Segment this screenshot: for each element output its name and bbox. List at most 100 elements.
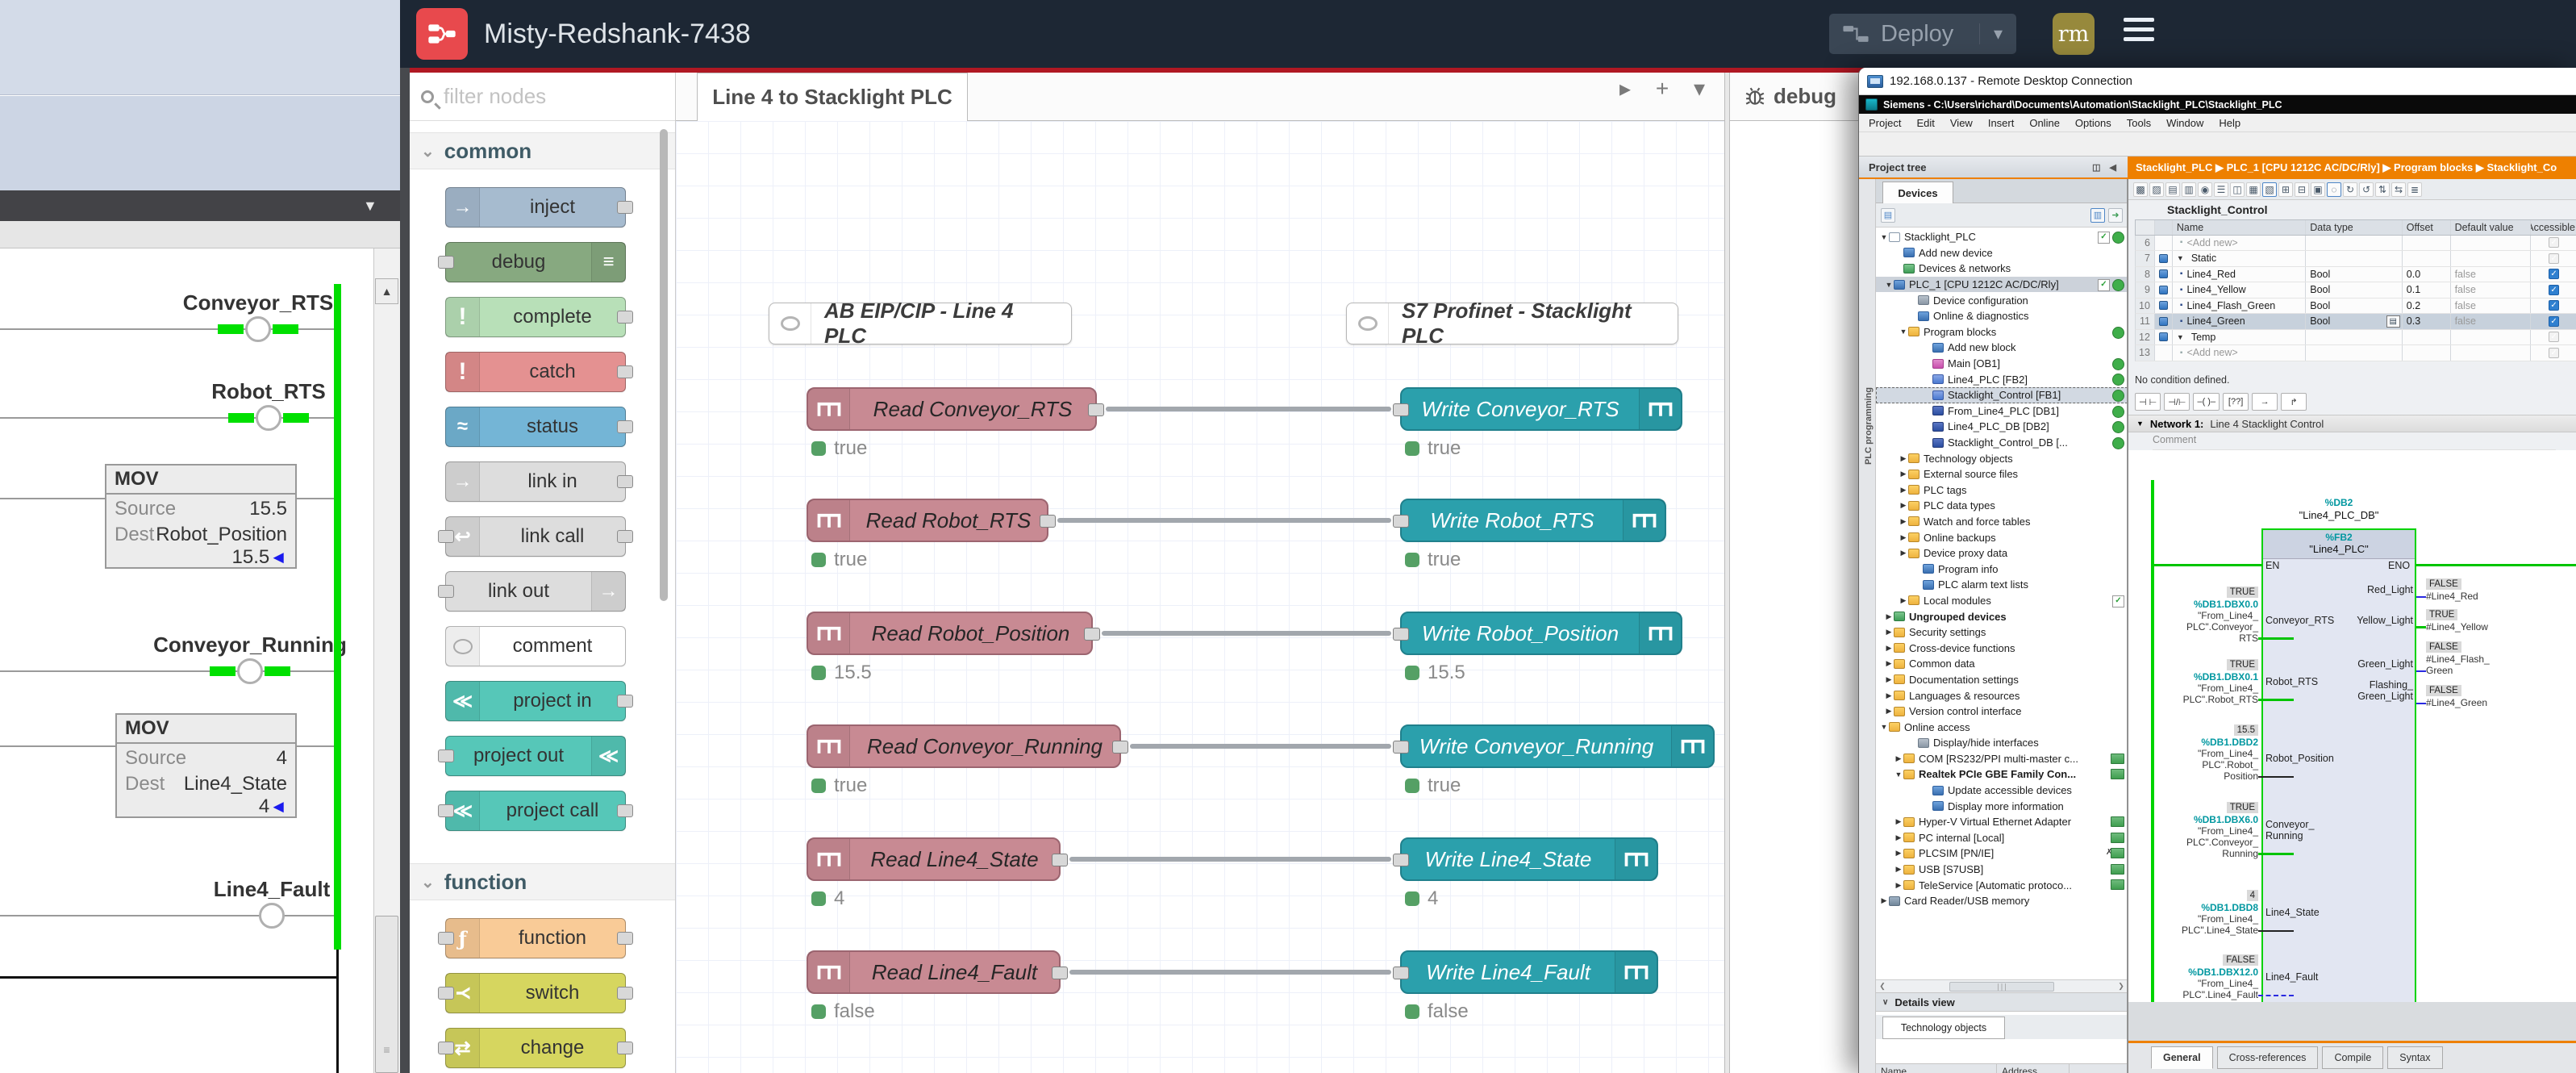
table-row[interactable]: 9 ▪ Line4_Yellow Bool▤ 0.1 false ✓ — [2135, 282, 2576, 299]
tree-item[interactable]: Add new block — [1876, 340, 2128, 356]
var-datatype-cell[interactable]: ▤ — [2306, 330, 2403, 345]
tree-item[interactable]: ▶ COM [RS232/PPI multi-master c... — [1876, 751, 2128, 767]
flow-tab[interactable]: Line 4 to Stacklight PLC — [697, 73, 968, 121]
expand-arrow-icon[interactable]: ▶ — [1899, 517, 1908, 526]
input-port[interactable] — [1393, 403, 1409, 416]
output-operand[interactable]: FALSE #Line4_Green — [2426, 684, 2563, 708]
input-port[interactable] — [1393, 628, 1409, 641]
output-coil[interactable] — [256, 405, 281, 431]
palette-section-function[interactable]: ⌄ function — [410, 863, 675, 900]
var-datatype-cell[interactable]: Bool▤ — [2306, 299, 2403, 314]
source-value[interactable]: 4 — [277, 747, 287, 770]
menu-item[interactable]: Options — [2075, 117, 2111, 129]
expand-arrow-icon[interactable]: ▶ — [1884, 644, 1894, 653]
tia-titlebar[interactable]: Siemens - C:\Users\richard\Documents\Aut… — [1859, 95, 2576, 114]
scroll-right-icon[interactable]: ❯ — [2115, 982, 2128, 991]
expand-arrow-icon[interactable]: ▶ — [1879, 896, 1889, 905]
project-tree-header[interactable]: Project tree ◫ ◀ — [1859, 157, 2128, 179]
var-datatype-cell[interactable]: Bool▤ — [2306, 267, 2403, 282]
var-name-cell[interactable]: ▼ Temp — [2173, 330, 2306, 345]
details-view-header[interactable]: ∨ Details view — [1876, 992, 2128, 1012]
tree-item[interactable]: ▶ Ungrouped devices — [1876, 608, 2128, 624]
var-default-cell[interactable] — [2451, 251, 2532, 266]
tree-item[interactable]: Program info — [1876, 561, 2128, 577]
tree-item[interactable]: Update accessible devices — [1876, 783, 2128, 799]
table-row[interactable]: 8 ▪ Line4_Red Bool▤ 0.0 false ✓ — [2135, 267, 2576, 283]
expand-arrow-icon[interactable]: ▶ — [1884, 707, 1894, 716]
output-port[interactable] — [617, 530, 633, 543]
scrollbar-thumb[interactable]: ≡ — [375, 916, 398, 1073]
scroll-up-button[interactable]: ▲ — [375, 278, 398, 304]
mov-instruction[interactable]: MOV Source4 DestLine4_State 4◄ — [115, 713, 297, 818]
tree-item[interactable]: ▼ PLC_1 [CPU 1212C AC/DC/Rly] — [1876, 277, 2128, 293]
expand-arrow-icon[interactable]: ▼ — [1884, 281, 1894, 289]
editor-toolbar-icon[interactable]: ⇅ — [2375, 182, 2390, 197]
tab-devices[interactable]: Devices — [1882, 182, 1953, 203]
editor-toolbar-icon[interactable]: ▨ — [2149, 182, 2164, 197]
menu-item[interactable]: Tools — [2127, 117, 2151, 129]
input-port[interactable] — [438, 530, 454, 543]
palette-node[interactable]: switch — [445, 973, 626, 1013]
editor-toolbar-icon[interactable]: ▤ — [2165, 182, 2180, 197]
checkbox[interactable]: ✓ — [2549, 237, 2559, 248]
tree-item[interactable]: ▶ USB [S7USB] — [1876, 862, 2128, 878]
tree-item[interactable]: ▼ Program blocks — [1876, 324, 2128, 340]
tag-label[interactable]: Conveyor_RTS — [183, 290, 333, 315]
tree-settings-icon[interactable]: ▤ — [1881, 208, 1895, 223]
tree-item[interactable]: PLC alarm text lists — [1876, 577, 2128, 593]
checkbox[interactable]: ✓ — [2549, 316, 2559, 327]
editor-toolbar-icon[interactable]: ≣ — [2407, 182, 2422, 197]
tree-item[interactable]: ▶ Cross-device functions — [1876, 640, 2128, 656]
section-arrow-icon[interactable]: ▼ — [2177, 254, 2184, 262]
tree-item[interactable]: ▶ Watch and force tables — [1876, 514, 2128, 530]
dest-tag[interactable]: Robot_Position — [156, 524, 287, 546]
col-accessible[interactable]: Accessible f — [2531, 220, 2576, 235]
col-name[interactable]: Name — [2173, 220, 2306, 235]
var-name-cell[interactable]: ▪ <Add new> — [2173, 345, 2306, 361]
mov-instruction[interactable]: MOV Source15.5 DestRobot_Position 15.5◄ — [105, 464, 297, 569]
palette-node[interactable]: function — [445, 918, 626, 958]
editor-toolbar-icon[interactable]: ⊞ — [2278, 182, 2293, 197]
expand-arrow-icon[interactable]: ▶ — [1894, 817, 1903, 826]
palette-node[interactable]: link in — [445, 461, 626, 502]
output-coil[interactable] — [237, 658, 263, 684]
output-operand[interactable]: TRUE #Line4_Yellow — [2426, 608, 2563, 633]
palette-node[interactable]: project in — [445, 681, 626, 721]
editor-toolbar-icon[interactable]: ▦ — [2246, 182, 2261, 197]
expand-arrow-icon[interactable]: ▶ — [1884, 659, 1894, 668]
checkbox[interactable]: ✓ — [2549, 332, 2559, 342]
eth-ip-read-node[interactable]: Read Robot_RTS — [807, 499, 1048, 542]
palette-section-common[interactable]: ⌄ common — [410, 132, 675, 169]
editor-toolbar-icon[interactable]: ◉ — [2198, 182, 2212, 197]
tree-item[interactable]: ▶ Local modules — [1876, 593, 2128, 609]
tree-item[interactable]: Devices & networks — [1876, 261, 2128, 277]
menu-item[interactable]: View — [1950, 117, 1973, 129]
tab-debug[interactable]: debug — [1744, 84, 1836, 109]
source-value[interactable]: 15.5 — [249, 498, 287, 520]
tree-item[interactable]: Stacklight_Control [FB1] — [1876, 387, 2128, 403]
tree-item[interactable]: ▶ Languages & resources — [1876, 687, 2128, 704]
table-row[interactable]: 12 ▼ Temp ▤ ✓ — [2135, 330, 2576, 346]
output-port[interactable] — [1052, 967, 1068, 979]
s7-write-node[interactable]: Write Robot_Position — [1400, 612, 1682, 655]
tag-label[interactable]: Conveyor_Running — [153, 633, 347, 658]
editor-toolbar-icon[interactable]: ▣ — [2311, 182, 2325, 197]
checkbox[interactable]: ✓ — [2549, 285, 2559, 295]
tree-item[interactable]: ▶ Hyper-V Virtual Ethernet Adapter — [1876, 814, 2128, 830]
tree-item[interactable]: ▼ Realtek PCIe GBE Family Con... — [1876, 766, 2128, 783]
output-port[interactable] — [617, 695, 633, 708]
palette-node[interactable]: link call — [445, 516, 626, 557]
main-menu-icon[interactable] — [2124, 18, 2154, 41]
tree-item[interactable]: ▼ Stacklight_PLC — [1876, 229, 2128, 245]
output-coil[interactable] — [259, 903, 285, 929]
lad-instruction-button[interactable]: ⊣/⊢ — [2164, 393, 2190, 411]
table-row[interactable]: 11 ▪ Line4_Green Bool▤ 0.3 false ✓ — [2135, 314, 2576, 330]
tag-label[interactable]: Robot_RTS — [211, 379, 326, 404]
palette-node[interactable]: debug — [445, 242, 626, 282]
tab-technology-objects[interactable]: Technology objects — [1882, 1017, 2005, 1039]
eth-ip-read-node[interactable]: Read Conveyor_RTS — [807, 387, 1097, 431]
expand-arrow-icon[interactable]: ▶ — [1894, 754, 1903, 763]
tree-horizontal-scrollbar[interactable]: ❮ ∣∣∣ ❯ — [1876, 979, 2128, 992]
tree-item[interactable]: Device configuration — [1876, 292, 2128, 308]
palette-node[interactable]: project call — [445, 791, 626, 831]
